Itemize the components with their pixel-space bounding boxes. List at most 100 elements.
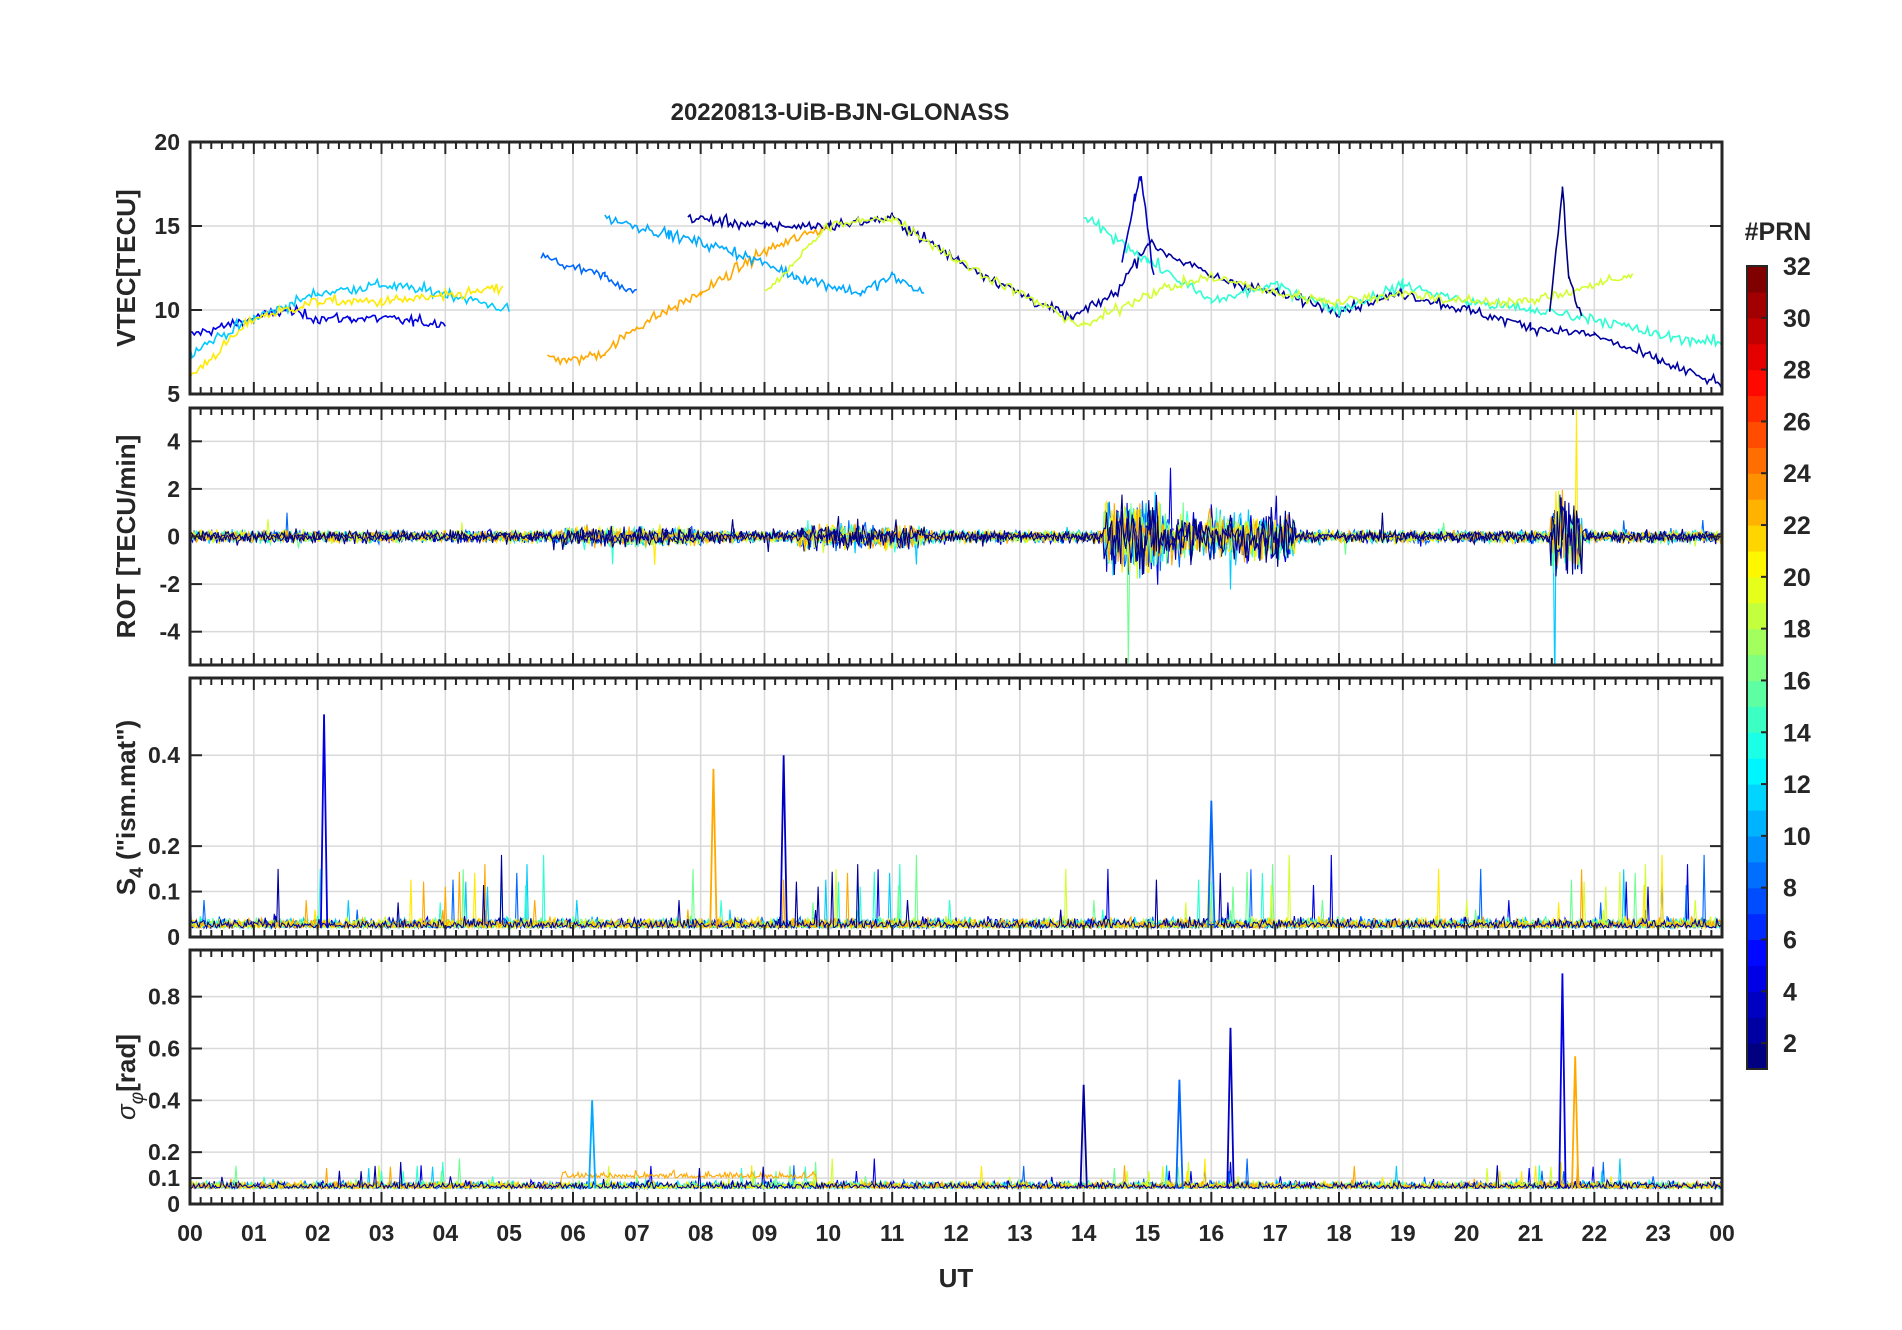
colorbar-step <box>1747 447 1767 474</box>
x-tick-label: 02 <box>305 1220 331 1246</box>
x-tick-label: 13 <box>1007 1220 1033 1246</box>
colorbar-tick-label: 16 <box>1783 667 1811 695</box>
colorbar-tick-label: 26 <box>1783 408 1811 436</box>
y-tick-label: 0 <box>167 1191 180 1217</box>
y-tick-label: 20 <box>154 129 180 155</box>
panels: 5101520VTEC[TECU]-4-2024ROT [TECU/min]00… <box>111 129 1724 1217</box>
x-tick-label: 11 <box>880 1220 905 1246</box>
figure: 20220813-UiB-BJN-GLONASS 5101520VTEC[TEC… <box>111 99 1812 1293</box>
y-tick-label: 0 <box>167 924 180 950</box>
peak-1 <box>319 714 329 928</box>
colorbar-step <box>1747 861 1767 889</box>
colorbar: #PRN 2468101214161820222426283032 <box>1745 218 1812 1070</box>
colorbar-step <box>1747 576 1767 604</box>
colorbar-tick-label: 6 <box>1783 926 1797 954</box>
peak-3 <box>709 768 718 928</box>
colorbar-tick-label: 2 <box>1783 1030 1797 1058</box>
colorbar-step <box>1747 628 1767 656</box>
colorbar-tick-label: 14 <box>1783 719 1811 747</box>
colorbar-step <box>1747 913 1767 941</box>
x-tick-label: 19 <box>1390 1220 1416 1246</box>
y-tick-label: 2 <box>167 476 180 502</box>
x-tick-label: 22 <box>1582 1220 1608 1246</box>
colorbar-step <box>1747 1043 1767 1070</box>
x-tick-label: 17 <box>1262 1220 1288 1246</box>
vtec-series-prn-2 <box>687 212 1722 390</box>
x-tick-label: 05 <box>496 1220 522 1246</box>
colorbar-step <box>1747 602 1767 630</box>
colorbar-tick-label: 30 <box>1783 305 1811 333</box>
colorbar-step <box>1747 758 1767 785</box>
peak-2 <box>779 755 788 928</box>
y-axis-label: S4 ("ism.mat") <box>111 720 148 895</box>
y-tick-label: 5 <box>167 381 180 407</box>
grid <box>190 678 1722 937</box>
panel-4: 00.10.2 0.4 0.6 0.8σφ[rad] <box>111 948 1724 1217</box>
x-axis-label: UT <box>939 1263 974 1293</box>
colorbar-label: #PRN <box>1745 218 1812 246</box>
colorbar-step <box>1747 809 1767 837</box>
vtec-series-prn-1 <box>1548 186 1583 317</box>
y-tick-label: 0.2 <box>148 833 180 859</box>
y-tick-label: 15 <box>154 213 180 239</box>
x-tick-labels: 00 01 02 03 04 05 06 07 08 09 10 11 12 13 14 15 16 17 18 19… <box>177 1220 1735 1246</box>
x-tick-label: 21 <box>1518 1220 1544 1246</box>
colorbar-step <box>1747 965 1767 992</box>
x-tick-label: 09 <box>752 1220 778 1246</box>
x-tick-label: 06 <box>560 1220 586 1246</box>
colorbar-step <box>1747 317 1767 345</box>
y-tick-label: 0 <box>167 524 180 550</box>
colorbar-step <box>1747 887 1767 915</box>
x-tick-label: 04 <box>433 1220 459 1246</box>
panel-1: 5 10 15 20 VTEC[TECU] <box>111 129 1724 407</box>
x-tick-label: 10 <box>816 1220 842 1246</box>
colorbar-step <box>1747 939 1767 966</box>
colorbar-tick-label: 8 <box>1783 875 1797 903</box>
grid <box>190 142 1722 394</box>
colorbar-step <box>1747 369 1767 397</box>
colorbar-tick-label: 28 <box>1783 357 1811 385</box>
x-tick-label: 15 <box>1135 1220 1161 1246</box>
y-tick-label: 0.4 <box>148 742 180 768</box>
x-tick-label: 20 <box>1454 1220 1480 1246</box>
colorbar-step <box>1747 680 1767 707</box>
y-tick-label: 4 <box>167 428 180 454</box>
x-tick-label: 23 <box>1645 1220 1671 1246</box>
y-ticks: 5 10 15 20 <box>154 129 1722 407</box>
colorbar-step <box>1747 550 1767 578</box>
panel-3: 0 0.1 0.2 0.4S4 ("ism.mat") <box>111 676 1724 950</box>
y-tick-label: 0.1 <box>148 1165 180 1191</box>
y-tick-label: 0.1 <box>148 879 180 905</box>
colorbar-step <box>1747 343 1767 371</box>
x-tick-label: 16 <box>1199 1220 1225 1246</box>
colorbar-step <box>1747 784 1767 811</box>
x-tick-label: 00 <box>177 1220 203 1246</box>
colorbar-step <box>1747 266 1767 293</box>
colorbar-tick-label: 12 <box>1783 771 1811 799</box>
colorbar-step <box>1747 654 1767 682</box>
colorbar-step <box>1747 291 1767 319</box>
panel-2: -4 -2 0 2 4 ROT [TECU/min] <box>111 406 1724 667</box>
colorbar-step <box>1747 499 1767 526</box>
peak-1 <box>1558 973 1567 1189</box>
y-tick-label: 0.4 <box>148 1087 180 1113</box>
x-tick-label: 18 <box>1326 1220 1352 1246</box>
y-axis-label: ROT [TECU/min] <box>111 435 141 639</box>
y-tick-label: 0.8 <box>148 984 180 1010</box>
x-tick-label: 01 <box>241 1220 267 1246</box>
y-tick-label: 0.6 <box>148 1035 180 1061</box>
colorbar-step <box>1747 421 1767 448</box>
x-tick-label: 00 <box>1709 1220 1735 1246</box>
x-tick-label: 03 <box>369 1220 395 1246</box>
peak-6 <box>588 1100 597 1189</box>
x-tick-label: 14 <box>1071 1220 1097 1246</box>
y-axis-label: σφ[rad] <box>111 1034 148 1120</box>
colorbar-tick-label: 20 <box>1783 564 1811 592</box>
x-tick-label: 08 <box>688 1220 714 1246</box>
colorbar-tick-label: 18 <box>1783 616 1811 644</box>
peak-4 <box>1175 1079 1184 1189</box>
colorbar-tick-label: 24 <box>1783 460 1811 488</box>
vtec-series-prn-8 <box>540 251 638 295</box>
grid <box>190 950 1722 1204</box>
y-axis-label: VTEC[TECU] <box>111 189 141 346</box>
